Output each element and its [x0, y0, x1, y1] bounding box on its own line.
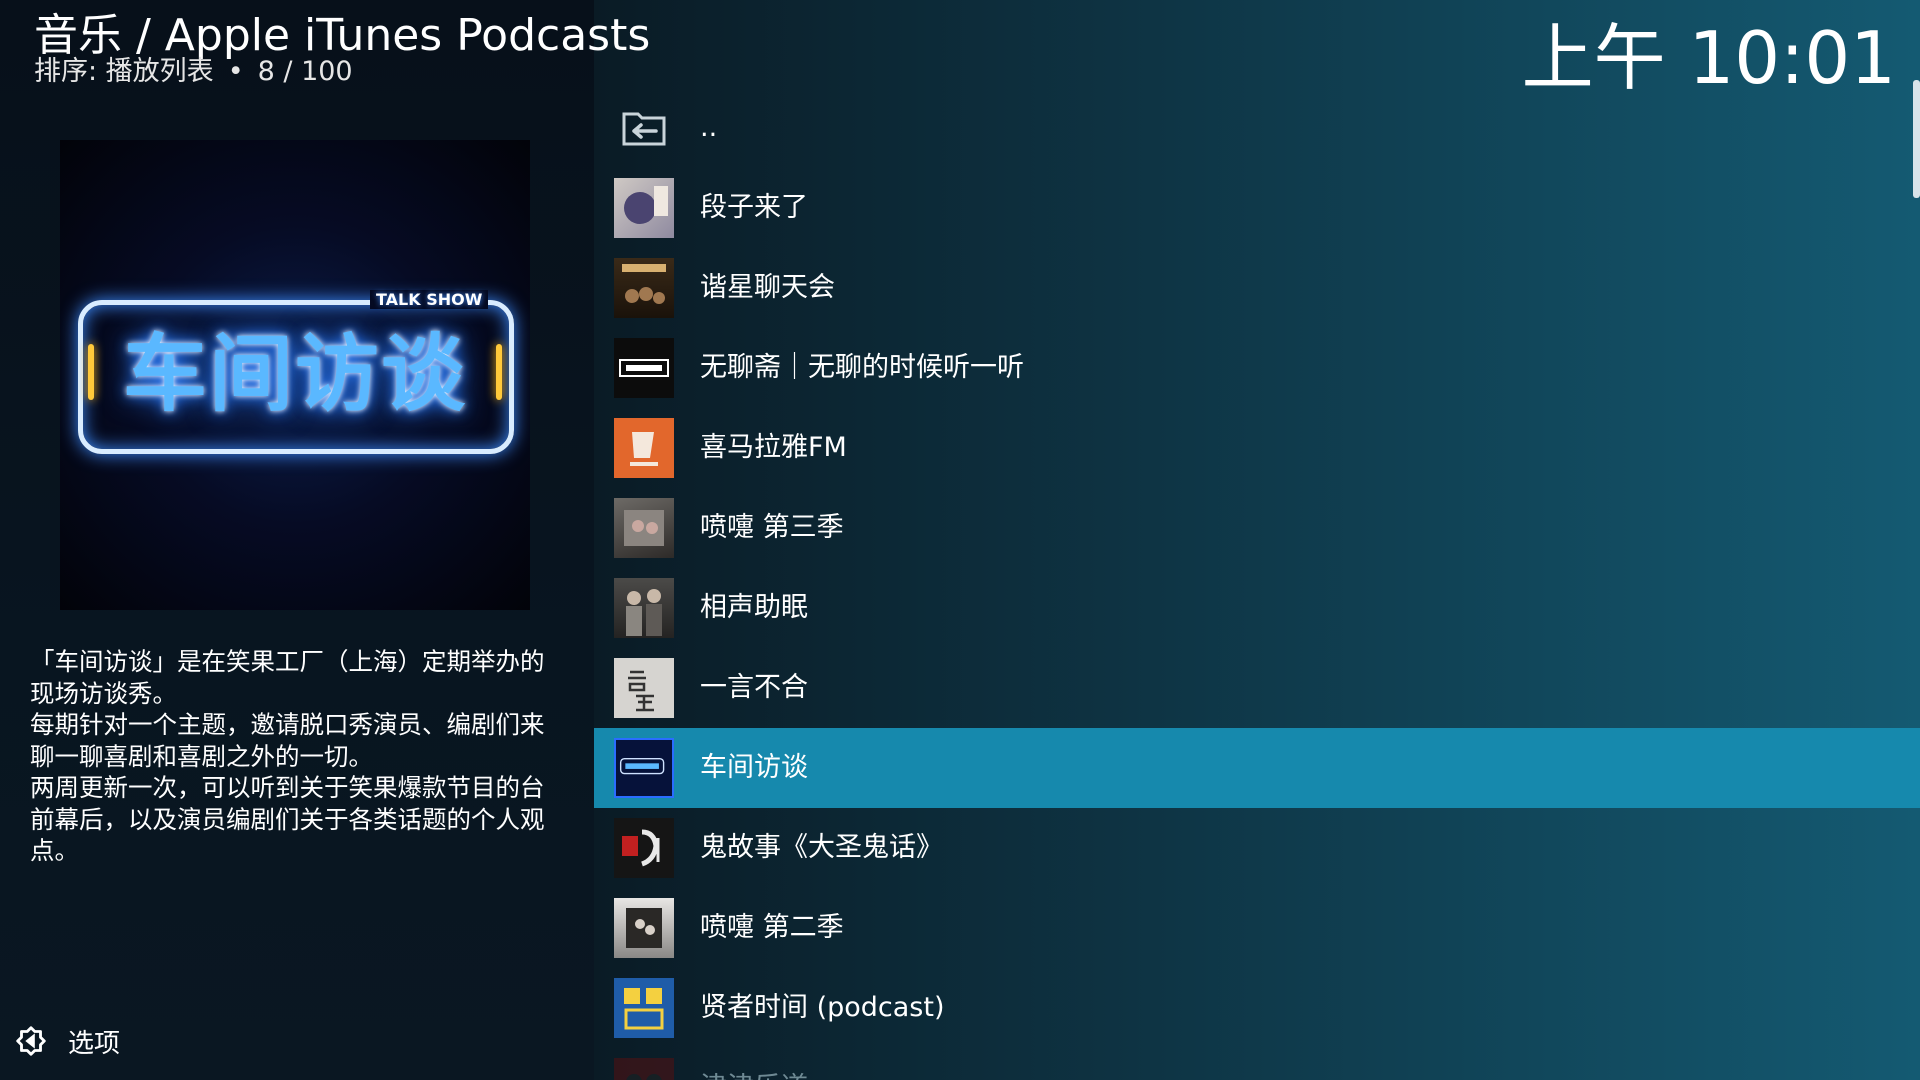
list-item[interactable]: 一言不合	[594, 648, 1920, 728]
list-item[interactable]: 津津乐道	[594, 1048, 1920, 1080]
item-description: 「车间访谈」是在笑果工厂（上海）定期举办的现场访谈秀。 每期针对一个主题，邀请脱…	[30, 647, 545, 865]
poster-artwork: TALK SHOW 车间访谈	[60, 140, 530, 610]
podcast-thumbnail	[614, 818, 674, 878]
list-item-label: 相声助眠	[700, 592, 808, 623]
list-item[interactable]: 谐星聊天会	[594, 248, 1920, 328]
list-item[interactable]: 喷嚏 第三季	[594, 488, 1920, 568]
list-item[interactable]: 喷嚏 第二季	[594, 888, 1920, 968]
list-item[interactable]: 贤者时间 (podcast)	[594, 968, 1920, 1048]
list-item[interactable]: 喜马拉雅FM	[594, 408, 1920, 488]
kodi-screen: TALK SHOW 车间访谈 「车间访谈」是在笑果工厂（上海）定期举办的现场访谈…	[0, 0, 1920, 1080]
podcast-thumbnail	[614, 978, 674, 1038]
list-item-label: 喜马拉雅FM	[700, 432, 847, 463]
poster-tag: TALK SHOW	[370, 290, 489, 309]
list-item[interactable]: 段子来了	[594, 168, 1920, 248]
list-item-label: 谐星聊天会	[700, 272, 835, 303]
list-item-label: 鬼故事《大圣鬼话》	[700, 832, 943, 863]
list-item-label: 一言不合	[700, 672, 808, 703]
podcast-list: .. 段子来了 谐星聊天会 无聊斋｜无聊的时候听一听 喜马拉雅FM 喷嚏 第三季…	[594, 88, 1920, 1080]
podcast-thumbnail	[614, 1058, 674, 1080]
list-item-label: 喷嚏 第二季	[700, 912, 844, 943]
podcast-thumbnail	[614, 338, 674, 398]
sort-label: 排序: 播放列表	[34, 56, 214, 87]
list-item-label: 车间访谈	[700, 752, 808, 783]
podcast-thumbnail	[614, 258, 674, 318]
list-item-selected[interactable]: 车间访谈	[594, 728, 1920, 808]
options-button[interactable]: 选项	[12, 1022, 120, 1060]
list-item[interactable]: 相声助眠	[594, 568, 1920, 648]
separator-dot: •	[227, 56, 244, 87]
podcast-thumbnail	[614, 898, 674, 958]
podcast-thumbnail	[614, 178, 674, 238]
list-item-label: ..	[700, 112, 718, 143]
podcast-thumbnail	[614, 578, 674, 638]
breadcrumb: 音乐 / Apple iTunes Podcasts	[34, 10, 651, 61]
list-item[interactable]: 无聊斋｜无聊的时候听一听	[594, 328, 1920, 408]
item-position: 8 / 100	[257, 56, 353, 87]
list-item-label: 无聊斋｜无聊的时候听一听	[700, 352, 1024, 383]
podcast-thumbnail	[614, 418, 674, 478]
options-label: 选项	[68, 1028, 121, 1059]
back-folder-icon	[614, 98, 674, 158]
podcast-thumbnail	[614, 738, 674, 798]
sort-info: 排序: 播放列表 • 8 / 100	[34, 56, 353, 88]
podcast-thumbnail	[614, 658, 674, 718]
list-item-label: 段子来了	[700, 192, 808, 223]
poster-title: 车间访谈	[122, 325, 467, 423]
list-scrollbar[interactable]	[1913, 80, 1920, 198]
list-item[interactable]: 鬼故事《大圣鬼话》	[594, 808, 1920, 888]
options-gear-icon	[16, 1026, 46, 1056]
list-item-label: 喷嚏 第三季	[700, 512, 844, 543]
list-item-parent[interactable]: ..	[594, 88, 1920, 168]
info-panel: TALK SHOW 车间访谈 「车间访谈」是在笑果工厂（上海）定期举办的现场访谈…	[0, 0, 594, 1080]
podcast-thumbnail	[614, 498, 674, 558]
list-item-label: 津津乐道	[700, 1048, 808, 1080]
list-item-label: 贤者时间 (podcast)	[700, 992, 945, 1023]
